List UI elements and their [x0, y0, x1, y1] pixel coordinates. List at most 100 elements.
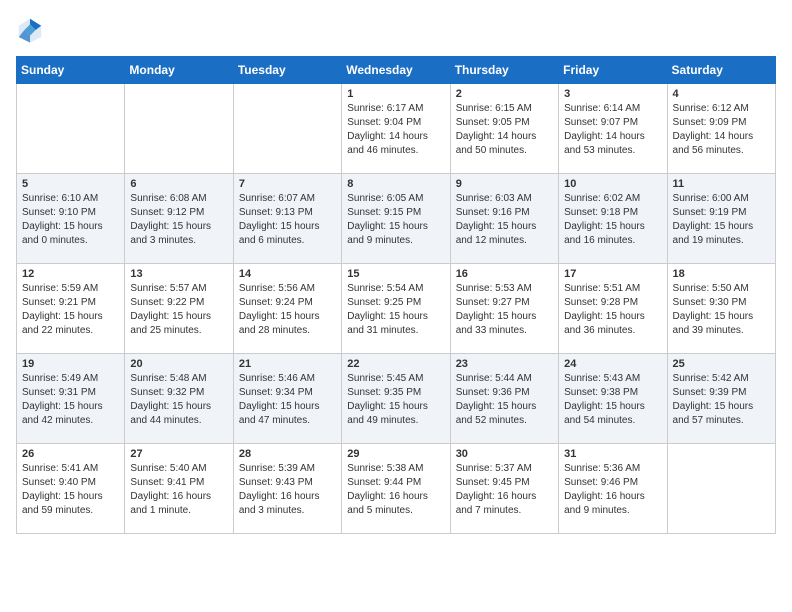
day-number: 29: [347, 448, 444, 460]
calendar-cell: 23 Sunrise: 5:44 AMSunset: 9:36 PMDayligh…: [450, 354, 558, 444]
day-number: 30: [456, 448, 553, 460]
calendar-cell: 20 Sunrise: 5:48 AMSunset: 9:32 PMDayligh…: [125, 354, 233, 444]
day-info: Sunrise: 5:46 AMSunset: 9:34 PMDaylight:…: [239, 372, 336, 428]
calendar-cell: 11 Sunrise: 6:00 AMSunset: 9:19 PMDayligh…: [667, 174, 775, 264]
day-number: 18: [673, 268, 770, 280]
col-saturday: Saturday: [667, 57, 775, 84]
day-number: 11: [673, 178, 770, 190]
calendar-cell: 4Sunrise: 6:12 AMSunset: 9:09 PMDaylight…: [667, 84, 775, 174]
day-number: 14: [239, 268, 336, 280]
col-wednesday: Wednesday: [342, 57, 450, 84]
logo: [16, 16, 48, 44]
day-number: 9: [456, 178, 553, 190]
calendar-cell: 25 Sunrise: 5:42 AMSunset: 9:39 PMDayligh…: [667, 354, 775, 444]
day-info: Sunrise: 6:08 AMSunset: 9:12 PMDaylight:…: [130, 192, 227, 248]
day-info: Sunrise: 5:45 AMSunset: 9:35 PMDaylight:…: [347, 372, 444, 428]
col-friday: Friday: [559, 57, 667, 84]
calendar-cell: 12 Sunrise: 5:59 AMSunset: 9:21 PMDayligh…: [17, 264, 125, 354]
day-info: Sunrise: 6:03 AMSunset: 9:16 PMDaylight:…: [456, 192, 553, 248]
day-number: 1: [347, 88, 444, 100]
day-number: 6: [130, 178, 227, 190]
day-info: Sunrise: 5:36 AMSunset: 9:46 PMDaylight:…: [564, 462, 661, 518]
day-info: Sunrise: 6:05 AMSunset: 9:15 PMDaylight:…: [347, 192, 444, 248]
logo-icon: [16, 16, 44, 44]
day-number: 19: [22, 358, 119, 370]
calendar-cell: 31 Sunrise: 5:36 AMSunset: 9:46 PMDayligh…: [559, 444, 667, 534]
day-number: 16: [456, 268, 553, 280]
calendar-cell: 24Sunrise: 5:43 AMSunset: 9:38 PMDayligh…: [559, 354, 667, 444]
day-info: Sunrise: 5:48 AMSunset: 9:32 PMDaylight:…: [130, 372, 227, 428]
day-number: 21: [239, 358, 336, 370]
day-info: Sunrise: 5:42 AMSunset: 9:39 PMDaylight:…: [673, 372, 770, 428]
calendar-week-row: 12 Sunrise: 5:59 AMSunset: 9:21 PMDayligh…: [17, 264, 776, 354]
day-info: Sunrise: 5:44 AMSunset: 9:36 PMDaylight:…: [456, 372, 553, 428]
calendar-cell: 21 Sunrise: 5:46 AMSunset: 9:34 PMDayligh…: [233, 354, 341, 444]
day-info: Sunrise: 6:07 AMSunset: 9:13 PMDaylight:…: [239, 192, 336, 248]
day-info: Sunrise: 5:37 AMSunset: 9:45 PMDaylight:…: [456, 462, 553, 518]
calendar-cell: 18 Sunrise: 5:50 AMSunset: 9:30 PMDayligh…: [667, 264, 775, 354]
day-number: 2: [456, 88, 553, 100]
calendar-cell: [17, 84, 125, 174]
day-info: Sunrise: 5:54 AMSunset: 9:25 PMDaylight:…: [347, 282, 444, 338]
day-number: 28: [239, 448, 336, 460]
calendar-cell: 27Sunrise: 5:40 AMSunset: 9:41 PMDayligh…: [125, 444, 233, 534]
calendar-cell: 30 Sunrise: 5:37 AMSunset: 9:45 PMDayligh…: [450, 444, 558, 534]
day-number: 22: [347, 358, 444, 370]
calendar-week-row: 26Sunrise: 5:41 AMSunset: 9:40 PMDayligh…: [17, 444, 776, 534]
calendar-cell: 16 Sunrise: 5:53 AMSunset: 9:27 PMDayligh…: [450, 264, 558, 354]
day-info: Sunrise: 5:38 AMSunset: 9:44 PMDaylight:…: [347, 462, 444, 518]
calendar-cell: 5 Sunrise: 6:10 AMSunset: 9:10 PMDaylight…: [17, 174, 125, 264]
calendar-cell: [233, 84, 341, 174]
day-number: 25: [673, 358, 770, 370]
day-info: Sunrise: 5:53 AMSunset: 9:27 PMDaylight:…: [456, 282, 553, 338]
day-info: Sunrise: 5:50 AMSunset: 9:30 PMDaylight:…: [673, 282, 770, 338]
page-header: [16, 16, 776, 44]
day-number: 23: [456, 358, 553, 370]
day-number: 26: [22, 448, 119, 460]
day-info: Sunrise: 6:10 AMSunset: 9:10 PMDaylight:…: [22, 192, 119, 248]
day-info: Sunrise: 5:57 AMSunset: 9:22 PMDaylight:…: [130, 282, 227, 338]
day-number: 10: [564, 178, 661, 190]
day-number: 5: [22, 178, 119, 190]
calendar-cell: 22 Sunrise: 5:45 AMSunset: 9:35 PMDayligh…: [342, 354, 450, 444]
calendar-cell: 19 Sunrise: 5:49 AMSunset: 9:31 PMDayligh…: [17, 354, 125, 444]
day-info: Sunrise: 5:39 AMSunset: 9:43 PMDaylight:…: [239, 462, 336, 518]
day-info: Sunrise: 5:59 AMSunset: 9:21 PMDaylight:…: [22, 282, 119, 338]
day-info: Sunrise: 5:49 AMSunset: 9:31 PMDaylight:…: [22, 372, 119, 428]
calendar-header-row: Sunday Monday Tuesday Wednesday Thursday…: [17, 57, 776, 84]
calendar-cell: 7 Sunrise: 6:07 AMSunset: 9:13 PMDaylight…: [233, 174, 341, 264]
col-tuesday: Tuesday: [233, 57, 341, 84]
day-info: Sunrise: 5:56 AMSunset: 9:24 PMDaylight:…: [239, 282, 336, 338]
day-info: Sunrise: 6:17 AMSunset: 9:04 PMDaylight:…: [347, 102, 444, 158]
day-info: Sunrise: 6:14 AMSunset: 9:07 PMDaylight:…: [564, 102, 661, 158]
calendar-cell: [125, 84, 233, 174]
calendar-cell: 8Sunrise: 6:05 AMSunset: 9:15 PMDaylight…: [342, 174, 450, 264]
day-number: 27: [130, 448, 227, 460]
day-number: 20: [130, 358, 227, 370]
day-info: Sunrise: 6:02 AMSunset: 9:18 PMDaylight:…: [564, 192, 661, 248]
calendar-cell: 3Sunrise: 6:14 AMSunset: 9:07 PMDaylight…: [559, 84, 667, 174]
calendar-week-row: 5 Sunrise: 6:10 AMSunset: 9:10 PMDaylight…: [17, 174, 776, 264]
calendar-cell: 15 Sunrise: 5:54 AMSunset: 9:25 PMDayligh…: [342, 264, 450, 354]
col-thursday: Thursday: [450, 57, 558, 84]
calendar-table: Sunday Monday Tuesday Wednesday Thursday…: [16, 56, 776, 534]
calendar-cell: 26Sunrise: 5:41 AMSunset: 9:40 PMDayligh…: [17, 444, 125, 534]
calendar-cell: 1 Sunrise: 6:17 AMSunset: 9:04 PMDaylight…: [342, 84, 450, 174]
calendar-cell: 10 Sunrise: 6:02 AMSunset: 9:18 PMDayligh…: [559, 174, 667, 264]
day-number: 12: [22, 268, 119, 280]
calendar-cell: 17 Sunrise: 5:51 AMSunset: 9:28 PMDayligh…: [559, 264, 667, 354]
day-info: Sunrise: 6:00 AMSunset: 9:19 PMDaylight:…: [673, 192, 770, 248]
day-number: 17: [564, 268, 661, 280]
col-sunday: Sunday: [17, 57, 125, 84]
col-monday: Monday: [125, 57, 233, 84]
day-number: 13: [130, 268, 227, 280]
day-info: Sunrise: 5:51 AMSunset: 9:28 PMDaylight:…: [564, 282, 661, 338]
day-number: 15: [347, 268, 444, 280]
calendar-cell: 29 Sunrise: 5:38 AMSunset: 9:44 PMDayligh…: [342, 444, 450, 534]
day-number: 31: [564, 448, 661, 460]
calendar-week-row: 1 Sunrise: 6:17 AMSunset: 9:04 PMDaylight…: [17, 84, 776, 174]
day-number: 7: [239, 178, 336, 190]
calendar-cell: 6 Sunrise: 6:08 AMSunset: 9:12 PMDaylight…: [125, 174, 233, 264]
calendar-cell: 14 Sunrise: 5:56 AMSunset: 9:24 PMDayligh…: [233, 264, 341, 354]
calendar-week-row: 19 Sunrise: 5:49 AMSunset: 9:31 PMDayligh…: [17, 354, 776, 444]
